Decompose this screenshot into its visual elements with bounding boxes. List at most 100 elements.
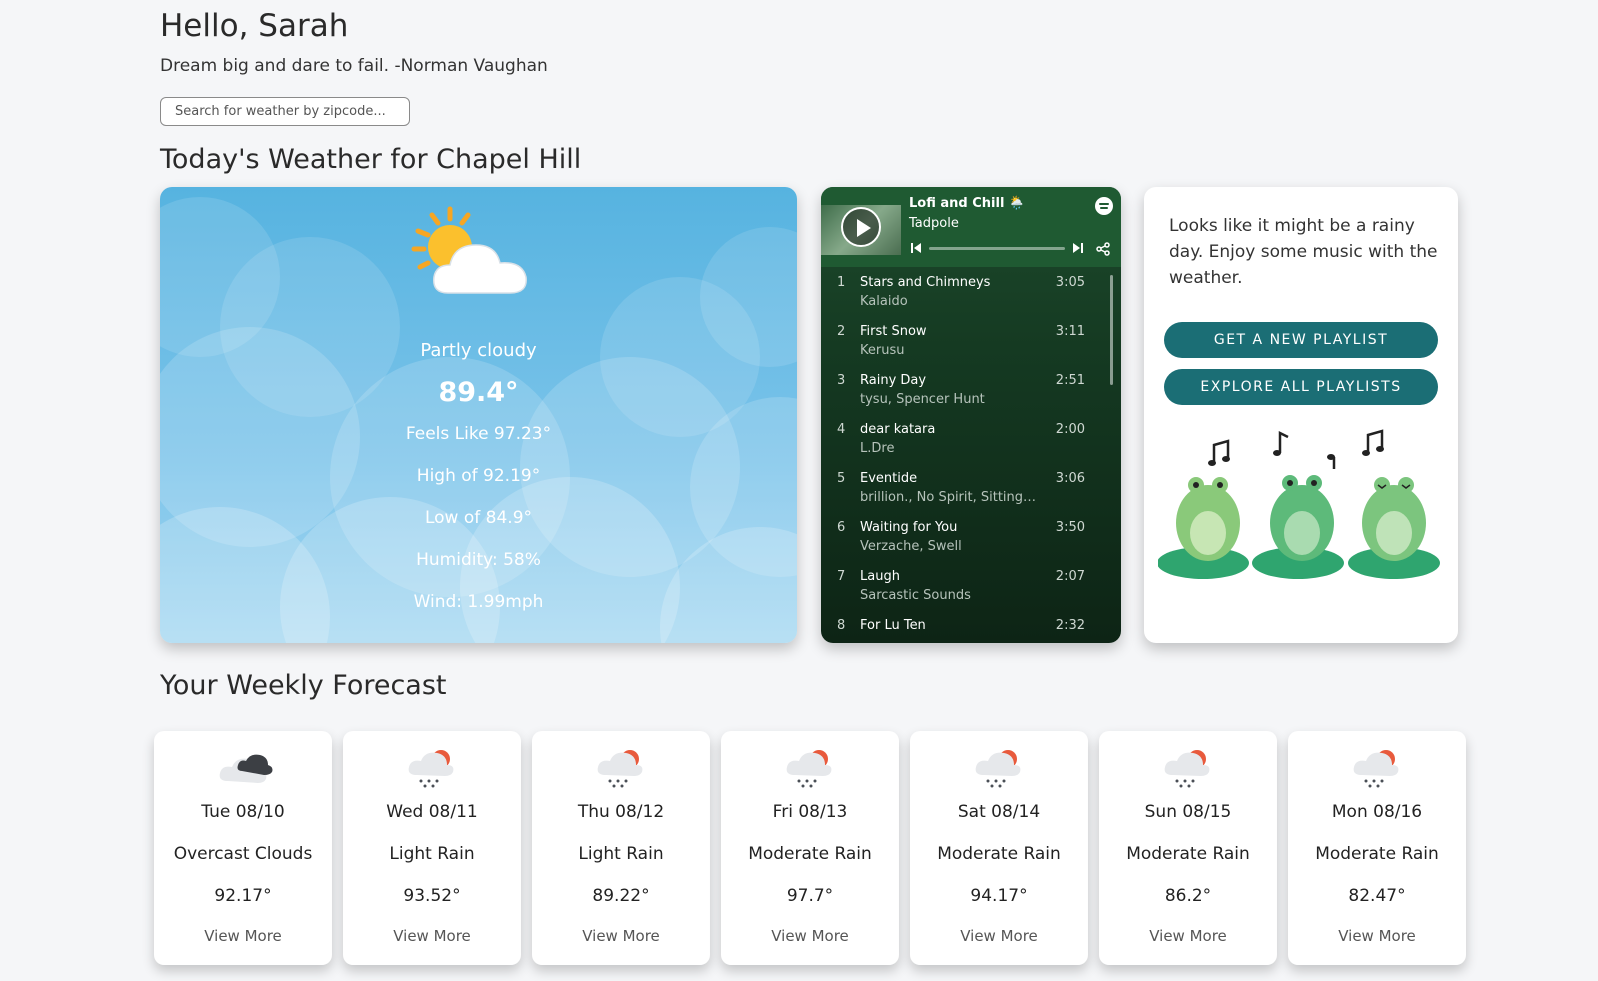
low-temp: Low of 84.9° bbox=[424, 508, 533, 528]
track-artist: Sarcastic Sounds bbox=[860, 588, 971, 603]
forecast-card[interactable]: Sun 08/15 Moderate Rain 86.2° View More bbox=[1099, 731, 1277, 965]
track-duration: 3:05 bbox=[1055, 275, 1085, 290]
track-duration: 2:51 bbox=[1055, 373, 1085, 388]
track-name: Eventide bbox=[860, 471, 918, 486]
previous-track-icon[interactable] bbox=[911, 243, 921, 253]
music-suggestion-card: Looks like it might be a rainy day. Enjo… bbox=[1144, 187, 1458, 643]
forecast-date: Sat 08/14 bbox=[957, 802, 1041, 822]
track-row[interactable]: 7 Laugh Sarcastic Sounds 2:07 bbox=[821, 569, 1121, 619]
forecast-temp: 93.52° bbox=[403, 886, 461, 906]
track-artist: L.Dre bbox=[860, 441, 895, 456]
forecast-date: Tue 08/10 bbox=[201, 802, 285, 822]
player-header: Lofi and Chill 🌦️ Tadpole bbox=[821, 187, 1121, 267]
forecast-description: Light Rain bbox=[578, 844, 664, 864]
forecast-card[interactable]: Thu 08/12 Light Rain 89.22° View More bbox=[532, 731, 710, 965]
track-duration: 3:11 bbox=[1055, 324, 1085, 339]
feels-like: Feels Like 97.23° bbox=[405, 424, 552, 444]
track-duration: 2:32 bbox=[1055, 618, 1085, 633]
view-more-link[interactable]: View More bbox=[1288, 927, 1466, 945]
forecast-date: Fri 08/13 bbox=[772, 802, 848, 822]
spotify-player: Lofi and Chill 🌦️ Tadpole 1 Stars and Ch… bbox=[821, 187, 1121, 643]
playlist-title[interactable]: Lofi and Chill 🌦️ bbox=[909, 196, 1025, 211]
humidity: Humidity: 58% bbox=[416, 550, 541, 570]
forecast-temp: 89.22° bbox=[592, 886, 650, 906]
share-icon[interactable] bbox=[1095, 242, 1111, 256]
view-more-link[interactable]: View More bbox=[343, 927, 521, 945]
get-new-playlist-button[interactable]: GET A NEW PLAYLIST bbox=[1164, 322, 1438, 358]
rain-icon bbox=[597, 750, 643, 788]
forecast-card[interactable]: Mon 08/16 Moderate Rain 82.47° View More bbox=[1288, 731, 1466, 965]
forecast-temp: 92.17° bbox=[214, 886, 272, 906]
forecast-date: Mon 08/16 bbox=[1331, 802, 1423, 822]
explore-playlists-button[interactable]: EXPLORE ALL PLAYLISTS bbox=[1164, 369, 1438, 405]
track-artist: Kerusu bbox=[860, 343, 905, 358]
track-artist: tysu, Spencer Hunt bbox=[860, 392, 985, 407]
zipcode-search-input[interactable] bbox=[160, 97, 410, 126]
track-number: 4 bbox=[837, 422, 846, 437]
track-artist: Verzache, Swell bbox=[860, 539, 962, 554]
forecast-date: Sun 08/15 bbox=[1144, 802, 1232, 822]
forecast-temp: 94.17° bbox=[970, 886, 1028, 906]
rain-icon bbox=[975, 750, 1021, 788]
track-name: Rainy Day bbox=[860, 373, 927, 388]
forecast-description: Moderate Rain bbox=[1126, 844, 1250, 864]
singing-frogs-illustration bbox=[1158, 429, 1440, 579]
track-name: For Lu Ten bbox=[860, 618, 926, 633]
track-number: 6 bbox=[837, 520, 846, 535]
track-name: Laugh bbox=[860, 569, 900, 584]
rain-icon bbox=[1164, 750, 1210, 788]
track-row[interactable]: 6 Waiting for You Verzache, Swell 3:50 bbox=[821, 520, 1121, 570]
forecast-temp: 82.47° bbox=[1348, 886, 1406, 906]
rain-icon bbox=[786, 750, 832, 788]
greeting-heading: Hello, Sarah bbox=[160, 8, 349, 44]
track-row[interactable]: 5 Eventide brillion., No Spirit, Sitting… bbox=[821, 471, 1121, 521]
track-row[interactable]: 1 Stars and Chimneys Kalaido 3:05 bbox=[821, 275, 1121, 325]
overcast-clouds-icon bbox=[219, 754, 273, 783]
track-row[interactable]: 2 First Snow Kerusu 3:11 bbox=[821, 324, 1121, 374]
forecast-card[interactable]: Fri 08/13 Moderate Rain 97.7° View More bbox=[721, 731, 899, 965]
track-row[interactable]: 4 dear katara L.Dre 2:00 bbox=[821, 422, 1121, 472]
forecast-temp: 97.7° bbox=[786, 886, 834, 906]
playlist-artist[interactable]: Tadpole bbox=[909, 216, 959, 231]
rain-icon bbox=[1353, 750, 1399, 788]
track-name: dear katara bbox=[860, 422, 936, 437]
forecast-card[interactable]: Sat 08/14 Moderate Rain 94.17° View More bbox=[910, 731, 1088, 965]
track-list-scrollbar[interactable] bbox=[1110, 275, 1113, 385]
forecast-date: Thu 08/12 bbox=[577, 802, 665, 822]
track-row[interactable]: 3 Rainy Day tysu, Spencer Hunt 2:51 bbox=[821, 373, 1121, 423]
music-message: Looks like it might be a rainy day. Enjo… bbox=[1169, 216, 1438, 288]
play-button[interactable] bbox=[841, 207, 881, 247]
track-duration: 3:06 bbox=[1055, 471, 1085, 486]
track-name: First Snow bbox=[860, 324, 927, 339]
progress-bar[interactable] bbox=[929, 247, 1065, 250]
track-name: Stars and Chimneys bbox=[860, 275, 991, 290]
track-duration: 3:50 bbox=[1055, 520, 1085, 535]
track-row[interactable]: 8 For Lu Ten 2:32 bbox=[821, 618, 1121, 643]
forecast-description: Moderate Rain bbox=[748, 844, 872, 864]
rain-icon bbox=[408, 750, 454, 788]
partly-cloudy-icon bbox=[411, 206, 527, 294]
view-more-link[interactable]: View More bbox=[1099, 927, 1277, 945]
view-more-link[interactable]: View More bbox=[154, 927, 332, 945]
track-artist: brillion., No Spirit, Sitting Du... bbox=[860, 490, 1040, 505]
next-track-icon[interactable] bbox=[1073, 243, 1083, 253]
track-duration: 2:07 bbox=[1055, 569, 1085, 584]
current-description: Partly cloudy bbox=[420, 340, 537, 361]
forecast-temp: 86.2° bbox=[1164, 886, 1212, 906]
view-more-link[interactable]: View More bbox=[910, 927, 1088, 945]
current-temperature: 89.4° bbox=[438, 377, 519, 408]
forecast-card[interactable]: Wed 08/11 Light Rain 93.52° View More bbox=[343, 731, 521, 965]
weekly-forecast-title: Your Weekly Forecast bbox=[160, 670, 447, 701]
track-number: 8 bbox=[837, 618, 846, 633]
track-number: 1 bbox=[837, 275, 846, 290]
forecast-card[interactable]: Tue 08/10 Overcast Clouds 92.17° View Mo… bbox=[154, 731, 332, 965]
today-weather-title: Today's Weather for Chapel Hill bbox=[160, 144, 582, 175]
today-weather-card: Partly cloudy 89.4° Feels Like 97.23° Hi… bbox=[160, 187, 797, 643]
forecast-description: Moderate Rain bbox=[1315, 844, 1439, 864]
view-more-link[interactable]: View More bbox=[532, 927, 710, 945]
forecast-description: Moderate Rain bbox=[937, 844, 1061, 864]
forecast-date: Wed 08/11 bbox=[386, 802, 478, 822]
track-artist: Kalaido bbox=[860, 294, 908, 309]
spotify-logo-icon[interactable] bbox=[1095, 197, 1113, 215]
view-more-link[interactable]: View More bbox=[721, 927, 899, 945]
